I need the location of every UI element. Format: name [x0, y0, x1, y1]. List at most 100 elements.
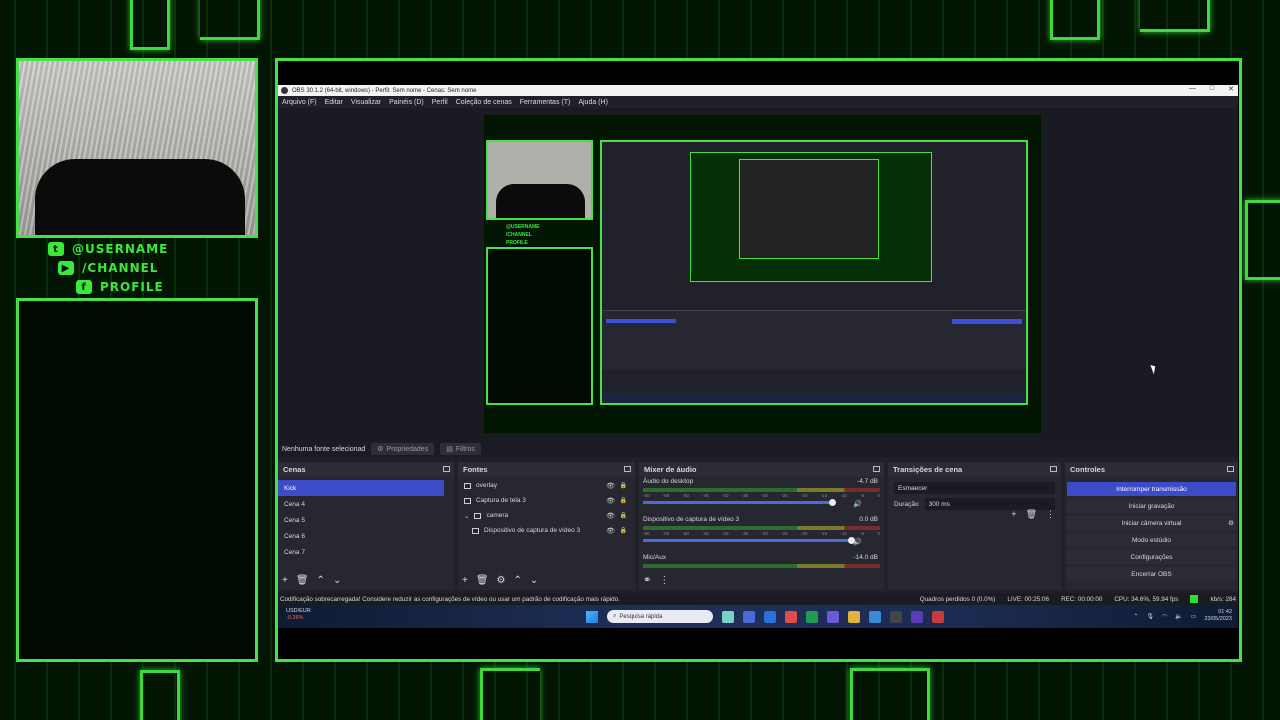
windows-start-icon[interactable] — [586, 610, 598, 623]
chevron-up-icon[interactable]: ⌃ — [1133, 613, 1138, 620]
menu-colecao-cenas[interactable]: Coleção de cenas — [456, 99, 512, 106]
window-controls: — □ ✕ — [1189, 85, 1234, 93]
wifi-icon[interactable]: ◠ — [1162, 613, 1167, 620]
preview-nested-overlay — [690, 152, 932, 282]
store-icon[interactable] — [869, 610, 881, 623]
menu-arquivo[interactable]: Arquivo (F) — [282, 99, 317, 106]
remove-source-button[interactable]: 🗑 — [476, 575, 489, 586]
app-icon[interactable] — [743, 610, 755, 623]
eye-icon[interactable]: 👁 — [606, 512, 615, 520]
microphone-icon[interactable]: 🎙 — [1146, 613, 1154, 620]
folder-icon — [474, 512, 482, 519]
studio-mode-button[interactable]: Modo estúdio — [1067, 533, 1236, 547]
scene-item-cena-5[interactable]: Cena 5 — [278, 512, 454, 528]
menu-perfil[interactable]: Perfil — [432, 99, 448, 106]
lock-icon[interactable]: 🔒 — [620, 512, 627, 519]
social-facebook: f PROFILE — [76, 280, 164, 294]
app-icon[interactable] — [722, 610, 734, 623]
move-down-button[interactable]: ⌄ — [333, 575, 341, 586]
battery-icon[interactable]: ▭ — [1191, 613, 1197, 620]
app-icon[interactable] — [911, 610, 923, 623]
preview-canvas: @USERNAME /CHANNEL PROFILE — [484, 115, 1041, 433]
chevron-down-icon[interactable]: ⌄ — [464, 512, 469, 520]
stream-health-indicator — [1190, 595, 1199, 603]
volume-icon[interactable]: 🔈 — [1175, 613, 1182, 620]
undock-icon[interactable] — [1050, 466, 1057, 472]
remove-scene-button[interactable]: 🗑 — [296, 575, 309, 586]
lock-icon[interactable]: 🔒 — [620, 482, 627, 489]
scene-item-cena-4[interactable]: Cena 4 — [278, 496, 454, 512]
controls-dock: Controles Interromper transmissão Inicia… — [1065, 462, 1238, 590]
scene-item-cena-7[interactable]: Cena 7 — [278, 544, 454, 560]
volume-slider[interactable] — [643, 499, 836, 506]
undock-icon[interactable] — [624, 466, 631, 472]
move-up-button[interactable]: ⌃ — [317, 575, 325, 586]
mixer-channel-mic: Mic/Aux -14.0 dB — [639, 552, 884, 572]
more-options-icon[interactable]: ⋮ — [659, 575, 669, 586]
slider-knob[interactable] — [828, 499, 836, 506]
lock-icon[interactable]: 🔒 — [620, 527, 627, 534]
menu-editar[interactable]: Editar — [325, 99, 343, 106]
app-icon[interactable] — [827, 610, 839, 623]
exit-button[interactable]: Encerrar OBS — [1067, 567, 1236, 581]
gear-icon: ⚙ — [377, 446, 384, 453]
source-item-video-capture[interactable]: Dispositivo de captura de vídeo 3 👁 🔒 — [458, 523, 635, 538]
source-item-overlay[interactable]: overlay 👁 🔒 — [458, 478, 635, 493]
app-icon[interactable] — [764, 610, 776, 623]
remove-transition-button[interactable]: 🗑 — [1026, 509, 1037, 520]
undock-icon[interactable] — [1227, 466, 1234, 472]
eye-icon[interactable]: 👁 — [606, 527, 615, 535]
menu-paineis[interactable]: Painéis (D) — [389, 99, 424, 106]
source-settings-button[interactable]: ⚙ — [497, 575, 506, 586]
meter-ticks: -60 -55 -50 -45 -40 -35 -30 -25 -20 -15 -10 -5 0 — [643, 493, 880, 498]
eye-icon[interactable]: 👁 — [606, 482, 615, 490]
scene-item-kick[interactable]: Kick — [278, 480, 444, 496]
more-options-icon[interactable]: ⋮ — [1046, 509, 1055, 520]
move-up-button[interactable]: ⌃ — [514, 575, 522, 586]
menu-ajuda[interactable]: Ajuda (H) — [578, 99, 608, 106]
tick-label: -5 — [860, 493, 865, 498]
filters-button[interactable]: ▤ Filtros — [440, 443, 481, 455]
speaker-icon[interactable]: 🔊 — [853, 538, 862, 546]
circuit-trace — [850, 668, 930, 720]
add-transition-button[interactable]: + — [1011, 509, 1016, 520]
source-item-camera-group[interactable]: ⌄ camera 👁 🔒 — [458, 508, 635, 523]
preview-area[interactable]: @USERNAME /CHANNEL PROFILE — [278, 108, 1238, 448]
undock-icon[interactable] — [443, 466, 450, 472]
minimize-icon[interactable]: — — [1189, 85, 1196, 93]
transition-select[interactable]: Esmaecer — [894, 482, 1055, 494]
folder-icon[interactable] — [848, 610, 860, 623]
taskbar-search[interactable]: ⌕ Pesquisa rápida — [607, 610, 713, 623]
properties-button[interactable]: ⚙ Propriedades — [371, 443, 435, 455]
source-item-captura-tela[interactable]: Captura de tela 3 👁 🔒 — [458, 493, 635, 508]
excel-icon[interactable] — [806, 610, 818, 623]
properties-label: Propriedades — [386, 445, 429, 453]
volume-slider[interactable] — [643, 537, 855, 544]
start-recording-button[interactable]: Iniciar gravação — [1067, 499, 1236, 513]
obs-taskbar-icon[interactable] — [890, 610, 902, 623]
speaker-icon[interactable]: 🔊 — [853, 500, 862, 508]
menu-visualizar[interactable]: Visualizar — [351, 99, 381, 106]
button-label: Modo estúdio — [1131, 536, 1172, 544]
close-icon[interactable]: ✕ — [1228, 85, 1234, 93]
settings-button[interactable]: Configurações — [1067, 550, 1236, 564]
start-virtual-camera-button[interactable]: Iniciar câmera virtual ⚙ — [1067, 516, 1236, 530]
gear-icon[interactable]: ⚙ — [1228, 519, 1234, 527]
scene-item-cena-6[interactable]: Cena 6 — [278, 528, 454, 544]
eye-icon[interactable]: 👁 — [606, 497, 615, 505]
move-down-button[interactable]: ⌄ — [530, 575, 538, 586]
app-icon[interactable] — [932, 610, 944, 623]
undock-icon[interactable] — [873, 466, 880, 472]
stop-streaming-button[interactable]: Interromper transmissão — [1067, 482, 1236, 496]
tick-label: -50 — [682, 493, 689, 498]
lock-icon[interactable]: 🔒 — [620, 497, 627, 504]
add-scene-button[interactable]: + — [282, 575, 288, 586]
menu-ferramentas[interactable]: Ferramentas (T) — [520, 99, 571, 106]
widget-sub: -0.26% — [286, 615, 304, 621]
taskbar-widget[interactable]: USD/EUR -0.26% — [286, 608, 311, 622]
app-icon[interactable] — [785, 610, 797, 623]
link-icon[interactable]: ⚭ — [643, 575, 651, 586]
add-source-button[interactable]: + — [462, 575, 468, 586]
clock[interactable]: 01:42 23/05/2023 — [1204, 609, 1232, 623]
maximize-icon[interactable]: □ — [1210, 85, 1214, 93]
